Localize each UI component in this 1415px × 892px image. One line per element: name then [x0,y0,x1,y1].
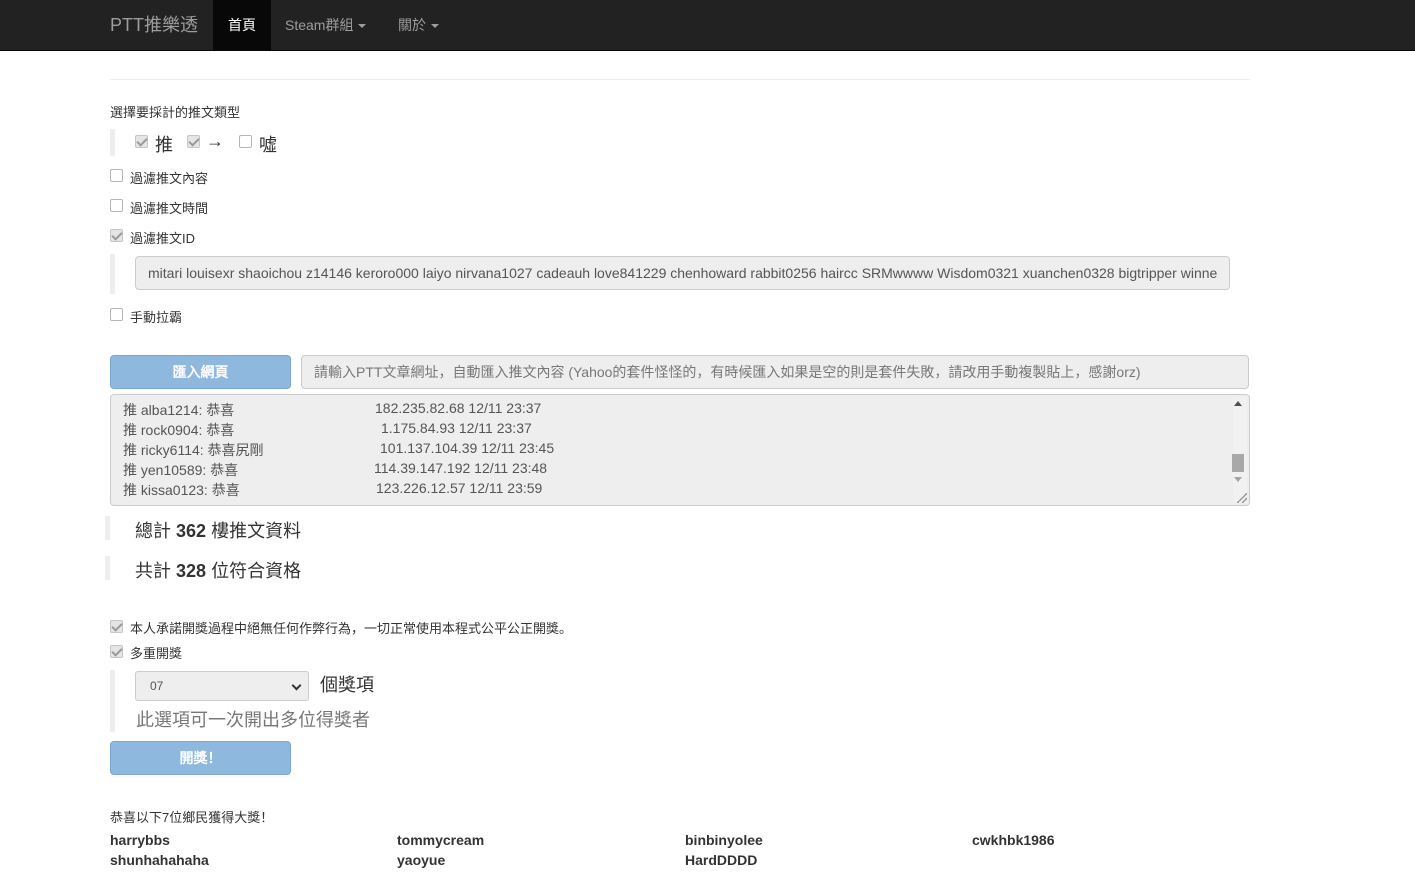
prize-count-select[interactable]: 07 [135,671,309,701]
push-line-ip: 182.235.82.68 12/11 23:37 [375,400,542,416]
quote-bar [105,556,110,580]
eligible-suffix: 位符合資格 [211,561,302,581]
push-checkbox[interactable] [135,135,148,148]
filter-id-checkbox[interactable] [110,229,123,242]
total-pushes-stat: 總計 362 樓推文資料 [135,517,301,543]
push-type-heading: 選擇要採計的推文類型 [110,105,241,120]
quote-bar [110,129,115,156]
push-line-ip: 101.137.104.39 12/11 23:45 [380,440,555,456]
caret-down-icon [358,24,367,29]
arrow-checkbox[interactable] [187,135,200,148]
push-line-ip: 1.175.84.93 12/11 23:37 [381,420,532,436]
winner-name: tommycream [397,832,485,848]
eligible-prefix: 共計 [135,561,171,581]
nav-home[interactable]: 首頁 [213,0,271,50]
boo-label: 噓 [259,135,277,155]
navbar: PTT推樂透 首頁 Steam群組 關於 [0,0,1415,51]
push-line: 推 yen10589: 恭喜 114.39.147.192 12/11 23:4… [123,460,547,480]
pledge-checkbox[interactable] [110,620,123,633]
scroll-up-icon[interactable] [1234,401,1242,406]
winner-name: yaoyue [397,852,446,868]
multi-draw-checkbox[interactable] [110,645,123,658]
manual-slot-checkbox[interactable] [110,308,123,321]
scroll-down-icon[interactable] [1234,477,1242,482]
push-line: 推 rock0904: 恭喜 1.175.84.93 12/11 23:37 [123,420,532,440]
scrollbar-thumb[interactable] [1232,454,1244,472]
caret-down-icon [431,24,439,29]
push-label: 推 [155,135,173,155]
push-line: 推 alba1214: 恭喜 182.235.82.68 12/11 23:37 [123,400,541,420]
prize-suffix-label: 個獎項 [320,675,374,695]
winner-name: binbinyolee [685,832,763,848]
nav-steam-label: Steam群組 [285,17,354,33]
prize-hint: 此選項可一次開出多位得獎者 [136,710,370,730]
total-suffix: 樓推文資料 [211,521,302,541]
resize-grip-icon[interactable] [1237,493,1247,503]
boo-checkbox[interactable] [239,135,252,148]
pledge-label: 本人承諾開獎過程中絕無任何作弊行為，一切正常使用本程式公平公正開獎。 [130,621,573,636]
quote-bar [110,670,115,732]
quote-bar [110,254,115,294]
filter-id-label: 過濾推文ID [130,231,196,246]
winner-name: harrybbs [110,832,170,848]
prize-count-value: 07 [150,679,164,693]
nav-home-label: 首頁 [228,17,256,33]
eligible-count: 328 [176,561,207,581]
nav-about-label: 關於 [398,17,426,33]
push-line-ip: 123.226.12.57 12/11 23:59 [376,480,543,496]
push-line: 推 ricky6114: 恭喜尻剛 101.137.104.39 12/11 2… [123,440,554,460]
article-url-input[interactable]: 請輸入PTT文章網址，自動匯入推文內容 (Yahoo的套件怪怪的，有時候匯入如果… [301,355,1249,389]
divider [110,79,1250,80]
eligible-users-stat: 共計 328 位符合資格 [135,557,301,583]
total-prefix: 總計 [135,521,171,541]
results-heading: 恭喜以下7位鄉民獲得大獎！ [110,810,274,825]
push-line-text: 推 alba1214: 恭喜 [123,402,235,418]
filter-time-checkbox[interactable] [110,199,123,212]
brand-logo[interactable]: PTT推樂透 [110,0,198,50]
winner-name: shunhahahaha [110,852,209,868]
draw-button[interactable]: 開獎！ [110,741,291,775]
push-content-textarea[interactable]: 推 alba1214: 恭喜 182.235.82.68 12/11 23:37… [110,394,1250,506]
push-line-text: 推 rock0904: 恭喜 [123,422,235,438]
filter-id-input[interactable]: mitari louisexr shaoichou z14146 keroro0… [135,256,1230,290]
push-line-text: 推 kissa0123: 恭喜 [123,482,240,498]
nav-about-dropdown[interactable]: 關於 [383,0,454,50]
winner-name: cwkhbk1986 [972,832,1055,848]
filter-content-checkbox[interactable] [110,169,123,182]
total-count: 362 [176,521,207,541]
quote-bar [105,516,110,540]
nav-steam-group-dropdown[interactable]: Steam群組 [270,0,381,50]
push-line-text: 推 ricky6114: 恭喜尻剛 [123,442,264,458]
push-line-ip: 114.39.147.192 12/11 23:48 [374,460,548,476]
arrow-label: → [206,131,224,151]
manual-slot-label: 手動拉霸 [130,310,183,325]
winner-name: HardDDDD [685,852,758,868]
scrollbar[interactable] [1233,397,1247,503]
push-line: 推 kissa0123: 恭喜 123.226.12.57 12/11 23:5… [123,480,542,500]
import-page-button[interactable]: 匯入網頁 [110,355,291,389]
chevron-down-icon [291,680,302,691]
multi-draw-label: 多重開獎 [130,646,183,661]
push-line-text: 推 yen10589: 恭喜 [123,462,239,478]
filter-time-label: 過濾推文時間 [130,201,209,216]
filter-content-label: 過濾推文內容 [130,171,209,186]
